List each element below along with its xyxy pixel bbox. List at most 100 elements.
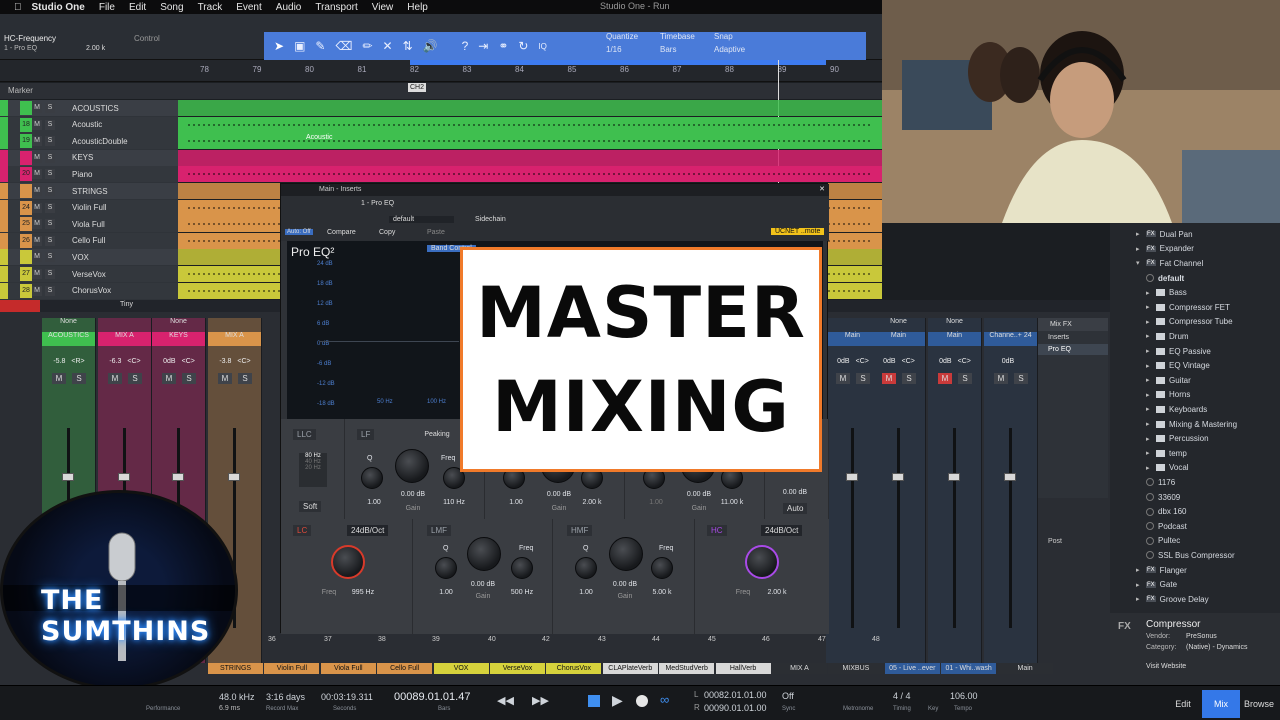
channel-name-label[interactable]: HallVerb (715, 663, 771, 674)
chevron-down-icon[interactable]: ▾ (1136, 259, 1146, 267)
track-name[interactable]: VerseVox (72, 270, 106, 279)
volume-value[interactable]: 0dB (883, 358, 895, 365)
play-button[interactable]: ▶ (612, 692, 623, 709)
lf-gain-knob[interactable] (395, 449, 429, 483)
param-value[interactable]: 2.00 k (86, 45, 105, 52)
fader-handle[interactable] (62, 473, 74, 481)
channel-name-label[interactable]: ChorusVox (546, 663, 602, 674)
browser-item[interactable]: ▸ EQ Vintage (1110, 358, 1280, 373)
browser-item[interactable]: SSL Bus Compressor (1110, 548, 1280, 563)
channel-output[interactable]: Channe..+ 24 (984, 332, 1037, 346)
mute-button[interactable]: M (32, 202, 42, 213)
menu-event[interactable]: Event (236, 2, 262, 13)
track-row[interactable]: 19 M S AcousticDouble (0, 133, 178, 150)
loop-icon[interactable]: ↻ (518, 39, 528, 53)
volume-value[interactable]: 0dB (837, 358, 849, 365)
metronome-label[interactable]: Metronome (843, 706, 873, 712)
menu-help[interactable]: Help (407, 2, 428, 13)
llc-label[interactable]: LLC (293, 429, 316, 440)
mute-button[interactable]: M (162, 373, 176, 384)
channel-output[interactable]: Main (872, 332, 925, 346)
browser-item[interactable]: ▸ FX Expander (1110, 242, 1280, 257)
apple-icon[interactable]:  (14, 2, 22, 13)
browser-item[interactable]: ▾ FX Fat Channel (1110, 256, 1280, 271)
eq-curve[interactable] (319, 341, 459, 342)
chevron-right-icon[interactable]: ▸ (1146, 347, 1156, 355)
track-row[interactable]: M S ACOUSTICS (0, 100, 178, 116)
track-name[interactable]: Viola Full (72, 220, 105, 229)
solo-button[interactable]: S (45, 119, 55, 130)
channel-name-label[interactable]: 05 - Live ..ever (884, 663, 940, 674)
browse-tab[interactable]: Browse (1240, 690, 1278, 718)
hc-slope[interactable]: 24dB/Oct (761, 525, 803, 536)
track-lane[interactable] (178, 116, 882, 133)
range-tool-icon[interactable]: ▣ (294, 39, 305, 53)
browser-item[interactable]: ▸ FX Dual Pan (1110, 227, 1280, 242)
channel-input[interactable] (98, 318, 151, 332)
mute-button[interactable]: M (32, 152, 42, 163)
mute-button[interactable]: M (32, 103, 42, 113)
track-row[interactable]: 27 M S VerseVox (0, 266, 178, 282)
mute-button[interactable]: M (882, 373, 896, 384)
browser-item[interactable]: ▸ FX Groove Delay (1110, 592, 1280, 607)
eraser-tool-icon[interactable]: ⌫ (335, 39, 352, 53)
insert-slot-1[interactable]: Pro EQ (1038, 344, 1108, 355)
browser-item[interactable]: ▸ Compressor FET (1110, 300, 1280, 315)
browser-item[interactable]: ▸ Percussion (1110, 431, 1280, 446)
solo-button[interactable]: S (45, 169, 55, 180)
browser-item[interactable]: ▸ FX Flanger (1110, 563, 1280, 578)
paste-button[interactable]: Paste (427, 229, 445, 236)
chevron-right-icon[interactable]: ▸ (1136, 595, 1146, 603)
loop-range[interactable] (410, 60, 826, 65)
timebase-group[interactable]: Timebase Bars (660, 32, 695, 54)
preset-selector[interactable]: default (389, 216, 455, 223)
channel-input[interactable]: None (928, 318, 981, 332)
close-icon[interactable]: ✕ (819, 184, 825, 196)
menu-audio[interactable]: Audio (276, 2, 302, 13)
chevron-right-icon[interactable]: ▸ (1146, 391, 1156, 399)
track-row[interactable]: 24 M S Violin Full (0, 199, 178, 216)
channel-name-label[interactable]: Main (997, 663, 1053, 674)
channel-name-label[interactable]: MIX A (772, 663, 827, 674)
channel-output[interactable]: KEYS (152, 332, 205, 346)
lmf-q-knob[interactable] (435, 557, 457, 579)
track-name[interactable]: Piano (72, 170, 92, 179)
track-name[interactable]: KEYS (72, 153, 93, 162)
bars-value[interactable]: 00089.01.01.47 (394, 691, 470, 703)
timeline-ruler[interactable]: 78 79 80 81 82 83 84 85 86 87 88 89 90 (0, 60, 882, 82)
mute-button[interactable]: M (218, 373, 232, 384)
browser-item[interactable]: ▸ Keyboards (1110, 402, 1280, 417)
solo-button[interactable]: S (1014, 373, 1028, 384)
quantize-value[interactable]: 1/16 (606, 45, 638, 54)
lmf-freq-knob[interactable] (511, 557, 533, 579)
hmf-freq-knob[interactable] (651, 557, 673, 579)
inserts-label[interactable]: Inserts (1038, 331, 1108, 344)
track-lane[interactable] (178, 133, 882, 150)
channel-volume[interactable]: 0dB <C> (152, 358, 206, 365)
track-name[interactable]: AcousticDouble (72, 137, 128, 146)
solo-button[interactable]: S (238, 373, 252, 384)
channel-volume[interactable]: 0dB <C> (928, 358, 982, 365)
solo-button[interactable]: S (45, 103, 55, 113)
menu-track[interactable]: Track (198, 2, 223, 13)
chevron-right-icon[interactable]: ▸ (1146, 449, 1156, 457)
channel-output[interactable]: Main (928, 332, 981, 346)
chevron-right-icon[interactable]: ▸ (1146, 362, 1156, 370)
channel-name-label[interactable]: VerseVox (490, 663, 545, 674)
split-tool-icon[interactable]: ✎ (315, 39, 325, 53)
remote-badge[interactable]: UCNET ..mote (771, 228, 825, 235)
fader-handle[interactable] (846, 473, 858, 481)
volume-value[interactable]: 0dB (1002, 358, 1014, 365)
sync-off[interactable]: Off (782, 691, 794, 701)
tempo-value[interactable]: 106.00 (950, 691, 978, 701)
pan-value[interactable]: <C> (127, 358, 140, 365)
seconds-value[interactable]: 00:03:19.311 (321, 692, 373, 702)
solo-button[interactable]: S (856, 373, 870, 384)
mixer-size-label[interactable]: Tiny (120, 301, 133, 308)
mute-button[interactable]: M (994, 373, 1008, 384)
track-row[interactable]: 25 M S Viola Full (0, 216, 178, 233)
llc-opt-20[interactable]: 20 Hz (299, 465, 327, 471)
menu-song[interactable]: Song (160, 2, 183, 13)
volume-value[interactable]: -5.8 (53, 358, 65, 365)
track-name[interactable]: ACOUSTICS (72, 104, 119, 113)
